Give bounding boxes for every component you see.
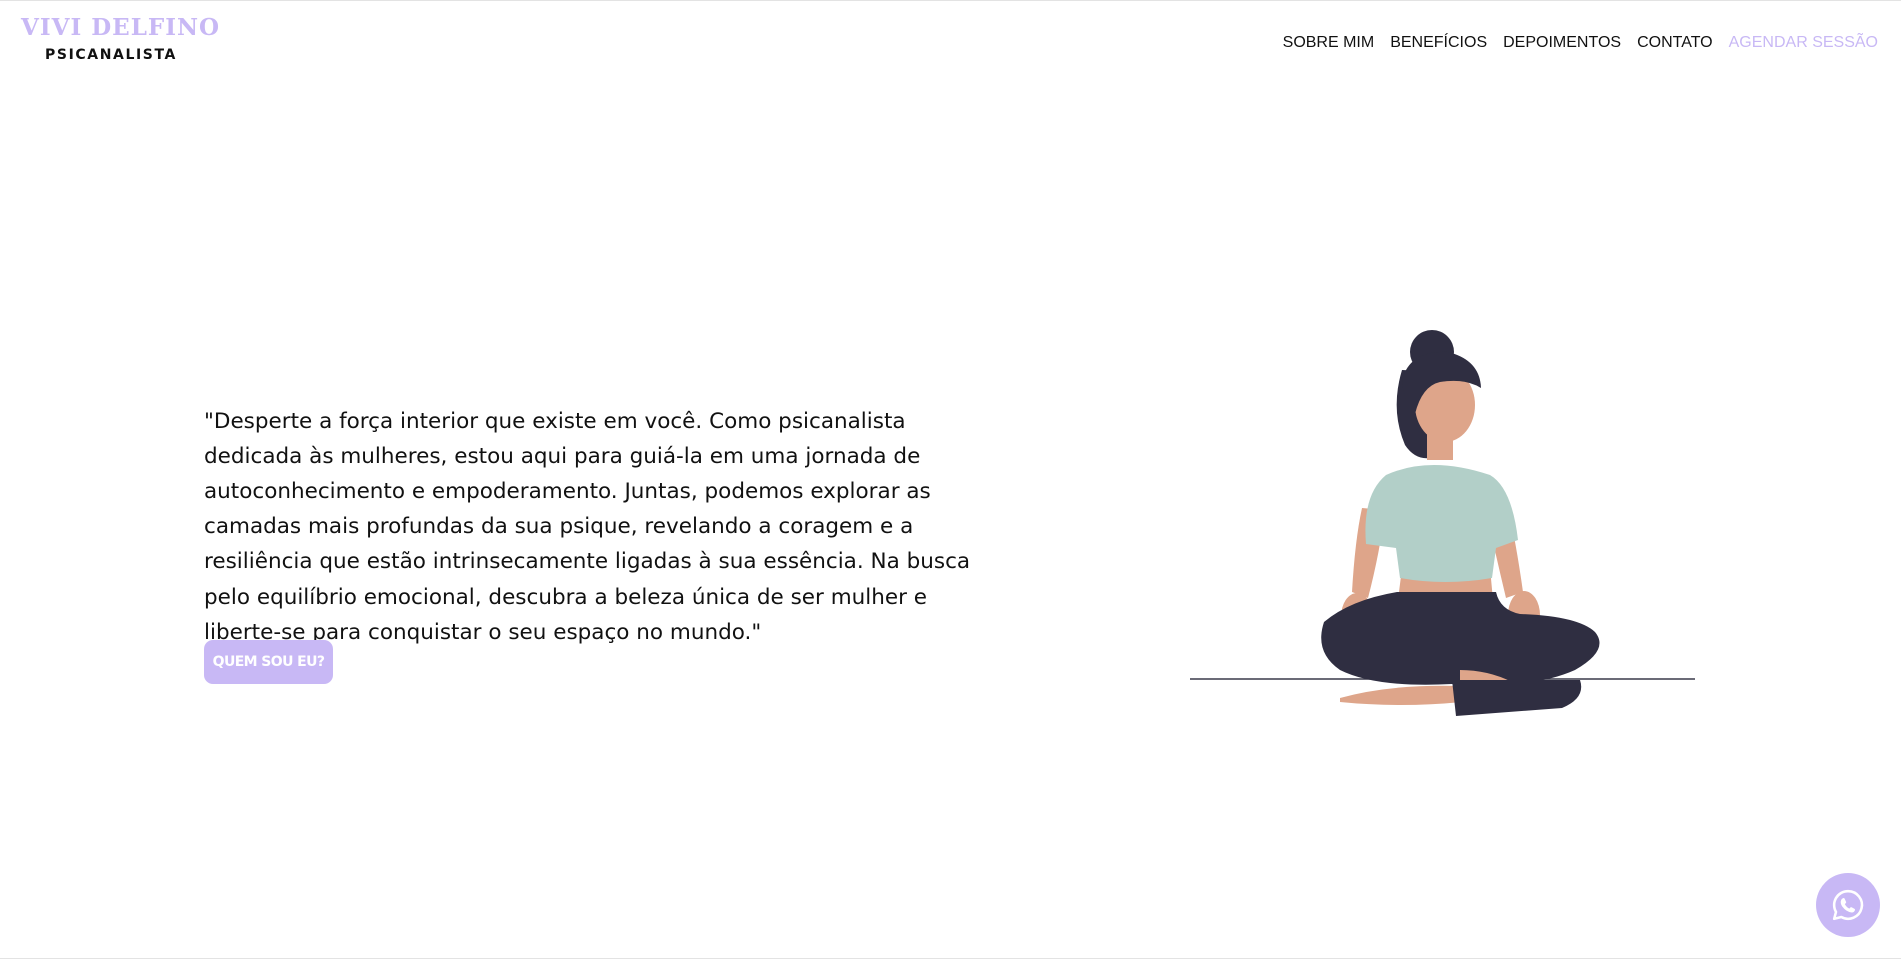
about-me-button[interactable]: QUEM SOU EU? — [204, 640, 333, 684]
brand-logo[interactable]: VIVI DELFINO PSICANALISTA — [21, 14, 221, 64]
main-nav: SOBRE MIM BENEFÍCIOS DEPOIMENTOS CONTATO… — [1283, 34, 1878, 52]
whatsapp-button[interactable] — [1816, 873, 1880, 937]
top-divider — [0, 0, 1901, 1]
nav-link-sobre-mim[interactable]: SOBRE MIM — [1283, 34, 1375, 52]
nav-link-beneficios[interactable]: BENEFÍCIOS — [1390, 34, 1487, 52]
brand-name: VIVI DELFINO — [21, 14, 221, 41]
nav-link-depoimentos[interactable]: DEPOIMENTOS — [1503, 34, 1621, 52]
shirt — [1365, 465, 1518, 582]
meditating-woman-illustration — [1190, 330, 1695, 716]
nav-link-agendar-sessao[interactable]: AGENDAR SESSÃO — [1729, 34, 1878, 52]
nav-link-contato[interactable]: CONTATO — [1637, 34, 1713, 52]
whatsapp-icon — [1832, 889, 1864, 921]
front-shin — [1452, 680, 1582, 716]
left-foot — [1340, 685, 1462, 705]
brand-subtitle: PSICANALISTA — [45, 47, 177, 63]
hero-quote: "Desperte a força interior que existe em… — [204, 408, 971, 645]
